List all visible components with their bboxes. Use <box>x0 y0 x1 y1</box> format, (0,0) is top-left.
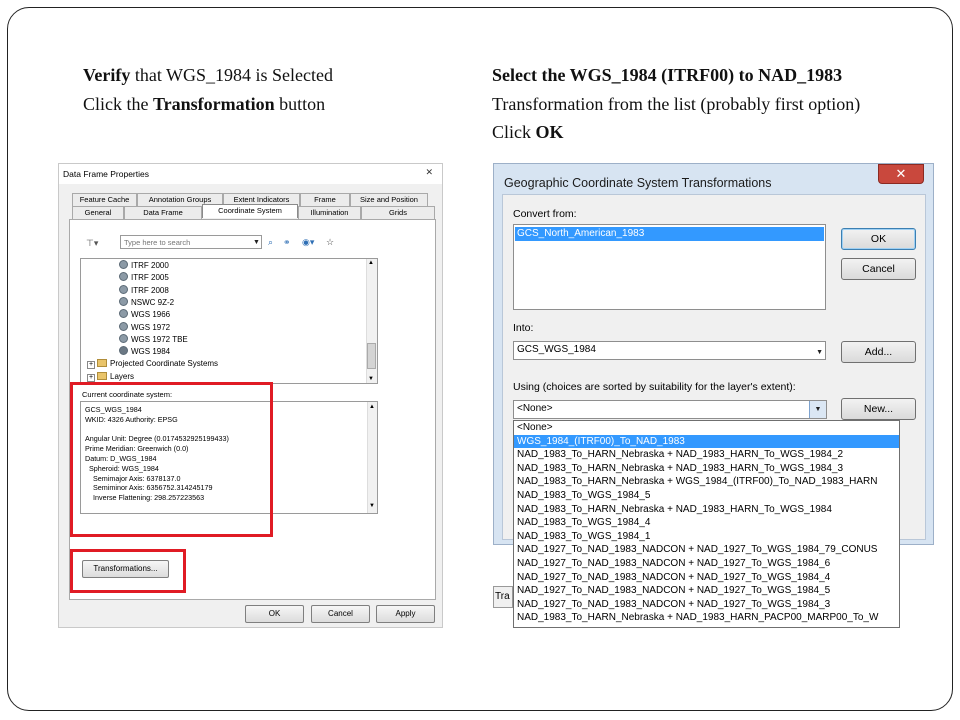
dropdown-item[interactable]: NAD_1927_To_NAD_1983_NADCON + NAD_1927_T… <box>514 571 899 585</box>
tab-frame[interactable]: Frame <box>300 193 350 206</box>
cancel-button[interactable]: Cancel <box>841 258 916 280</box>
tab-size-and-position[interactable]: Size and Position <box>350 193 428 206</box>
dropdown-item[interactable]: NAD_1927_To_NAD_1983_NADCON + NAD_1927_T… <box>514 598 899 612</box>
caption-select: Select the WGS_1984 (ITRF00) to NAD_1983 <box>492 65 843 85</box>
new-button[interactable]: New... <box>841 398 916 420</box>
globe-icon[interactable]: ◉▾ <box>302 237 314 247</box>
dropdown-item[interactable]: NAD_1983_To_HARN_Nebraska + NAD_1983_HAR… <box>514 611 899 625</box>
globe-icon <box>119 333 128 343</box>
into-select[interactable]: GCS_WGS_1984 ▼ <box>513 341 826 360</box>
highlight-box-current-system <box>70 382 273 537</box>
expand-icon[interactable]: + <box>87 361 95 370</box>
globe-icon <box>119 284 128 294</box>
chevron-down-icon[interactable]: ▼ <box>816 345 823 361</box>
caption-click-ok-pre: Click <box>492 122 536 142</box>
partial-label: Tra <box>493 586 513 608</box>
ok-button[interactable]: OK <box>841 228 916 250</box>
caption-transformation-list: Transformation from the list (probably f… <box>492 93 861 114</box>
tab-data-frame[interactable]: Data Frame <box>124 206 202 219</box>
dropdown-item[interactable]: NAD_1983_To_HARN_Nebraska + NAD_1983_HAR… <box>514 503 899 517</box>
tab-row-front: General Data Frame Coordinate System Ill… <box>72 204 435 219</box>
using-label: Using (choices are sorted by suitability… <box>513 381 796 393</box>
dropdown-item[interactable]: NAD_1927_To_NAD_1983_NADCON + NAD_1927_T… <box>514 543 899 557</box>
search-input[interactable]: Type here to search <box>120 235 262 249</box>
search-dropdown-icon[interactable]: ▼ <box>253 238 260 248</box>
favorite-icon[interactable]: ☆ <box>326 237 334 247</box>
dropdown-item[interactable]: NAD_1927_To_NAD_1983_NADCON + NAD_1927_T… <box>514 557 899 571</box>
globe-icon <box>119 272 128 282</box>
dropdown-item[interactable]: NAD_1983_To_WGS_1984_1 <box>514 530 899 544</box>
into-label: Into: <box>513 322 534 334</box>
dropdown-item-selected[interactable]: WGS_1984_(ITRF00)_To_NAD_1983 <box>514 434 899 449</box>
scroll-down-icon[interactable]: ▼ <box>368 376 374 382</box>
scroll-thumb[interactable] <box>367 343 376 369</box>
left-caption: Verify that WGS_1984 is Selected Click t… <box>83 61 333 118</box>
caption-ok: OK <box>535 122 564 142</box>
ok-button[interactable]: OK <box>245 605 304 623</box>
globe-icon <box>119 346 128 356</box>
cancel-button[interactable]: Cancel <box>311 605 370 623</box>
caption-verify: Verify <box>83 65 131 85</box>
convert-from-item[interactable]: GCS_North_American_1983 <box>515 227 824 241</box>
search-icon[interactable]: ⌕ <box>268 237 273 247</box>
tab-general[interactable]: General <box>72 206 124 219</box>
caption-verify-rest: that WGS_1984 is Selected <box>130 65 333 85</box>
expand-icon[interactable]: + <box>87 373 95 382</box>
coordinate-system-tree: ITRF 2000 ITRF 2005 ITRF 2008 NSWC 9Z-2 … <box>80 258 378 384</box>
tab-illumination[interactable]: Illumination <box>298 206 361 219</box>
tree-item[interactable]: ITRF 2000 <box>119 260 169 272</box>
into-value: GCS_WGS_1984 <box>517 344 596 355</box>
highlight-box-transformations <box>70 549 186 593</box>
globe-icon <box>119 309 128 319</box>
filter-icon[interactable]: ⊤▾ <box>86 238 98 248</box>
details-scrollbar[interactable]: ▲ ▼ <box>367 402 377 513</box>
scroll-up-icon[interactable]: ▲ <box>368 260 374 266</box>
tab-coordinate-system[interactable]: Coordinate System <box>202 204 298 218</box>
globe-icon <box>119 296 128 306</box>
close-icon[interactable]: ✕ <box>878 164 924 184</box>
folder-icon <box>97 371 107 380</box>
scroll-up-icon[interactable]: ▲ <box>369 403 375 413</box>
dropdown-item[interactable]: NAD_1983_To_WGS_1984_4 <box>514 516 899 530</box>
convert-from-label: Convert from: <box>513 208 577 220</box>
dropdown-item[interactable]: NAD_1983_To_HARN_Nebraska + NAD_1983_HAR… <box>514 462 899 476</box>
dialog-title: Geographic Coordinate System Transformat… <box>504 176 772 190</box>
dialog-title: Data Frame Properties <box>63 169 149 179</box>
dropdown-item[interactable]: NAD_1983_To_WGS_1984_5 <box>514 489 899 503</box>
tree-scrollbar[interactable]: ▲ ▼ <box>366 259 377 383</box>
dialog-titlebar: Data Frame Properties ✕ <box>59 164 442 184</box>
right-caption: Select the WGS_1984 (ITRF00) to NAD_1983… <box>492 61 860 147</box>
chevron-down-icon[interactable]: ▼ <box>809 401 826 418</box>
tree-item[interactable]: WGS 1966 <box>119 309 170 321</box>
tab-feature-cache[interactable]: Feature Cache <box>72 193 137 206</box>
tree-item[interactable]: NSWC 9Z-2 <box>119 296 174 309</box>
caption-transformation: Transformation <box>153 93 275 114</box>
scroll-down-icon[interactable]: ▼ <box>369 502 375 512</box>
globe-icon <box>119 321 128 331</box>
tab-grids[interactable]: Grids <box>361 206 435 219</box>
folder-icon <box>97 359 107 368</box>
tree-item[interactable]: ITRF 2005 <box>119 272 169 284</box>
dropdown-item[interactable]: NAD_1983_To_HARN_Nebraska + WGS_1984_(IT… <box>514 475 899 489</box>
add-button[interactable]: Add... <box>841 341 916 363</box>
transformation-dropdown-list[interactable]: <None> WGS_1984_(ITRF00)_To_NAD_1983 NAD… <box>513 420 900 628</box>
connect-icon[interactable]: ⚭ <box>283 237 291 247</box>
tree-item[interactable]: WGS 1972 TBE <box>119 333 188 346</box>
dropdown-item[interactable]: NAD_1983_To_HARN_Nebraska + NAD_1983_HAR… <box>514 448 899 462</box>
tree-item-selected[interactable]: WGS 1984 <box>119 346 170 358</box>
close-icon[interactable]: ✕ <box>425 167 433 178</box>
tree-folder-layers[interactable]: + Layers <box>87 371 134 383</box>
using-value: <None> <box>517 403 553 414</box>
tree-item[interactable]: WGS 1972 <box>119 321 170 334</box>
tree-folder-projected[interactable]: + Projected Coordinate Systems <box>87 358 218 370</box>
using-select[interactable]: <None> ▼ <box>513 400 827 419</box>
apply-button[interactable]: Apply <box>376 605 435 623</box>
globe-icon <box>119 260 128 269</box>
dropdown-item[interactable]: <None> <box>514 421 899 435</box>
convert-from-list[interactable]: GCS_North_American_1983 <box>513 224 826 310</box>
dropdown-item[interactable]: NAD_1927_To_NAD_1983_NADCON + NAD_1927_T… <box>514 584 899 598</box>
caption-click-pre: Click the <box>83 93 153 114</box>
caption-click-post: button <box>274 93 326 114</box>
tree-item[interactable]: ITRF 2008 <box>119 284 169 297</box>
